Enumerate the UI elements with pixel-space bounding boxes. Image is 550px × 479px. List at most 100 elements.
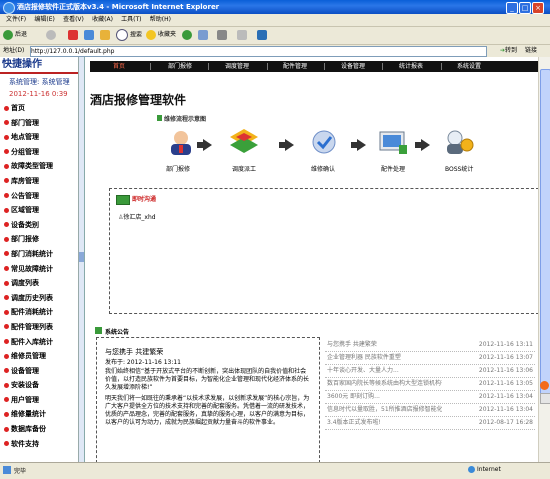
sidebar-item[interactable]: 维修量统计 [4, 407, 78, 422]
back-arrow-icon [3, 29, 13, 40]
sidebar-item[interactable]: 数据库备份 [4, 422, 78, 437]
collapse-arrow-icon[interactable] [79, 252, 84, 262]
sidebar-item[interactable]: 部门报修 [4, 232, 78, 247]
sidebar: 快捷操作 系统管理: 系统管理 2012-11-16 0:39 首页 部门管理 … [0, 57, 79, 462]
news-title[interactable]: 信息时代以量取胜，51所推酒店报修智能化... [327, 404, 442, 416]
sidebar-item[interactable]: 部门管理 [4, 116, 78, 131]
print-button[interactable] [217, 29, 229, 41]
announcement-date: 发布于: 2012-11-16 13:11 [105, 359, 181, 366]
nav-home[interactable]: 首页 [113, 61, 125, 72]
sidebar-item[interactable]: 配件消耗统计 [4, 305, 78, 320]
home-button[interactable] [100, 29, 112, 41]
bullet-icon [4, 280, 9, 286]
chat-user[interactable]: ♙徐汇店_xhd [118, 212, 156, 221]
stop-button[interactable] [68, 29, 80, 41]
news-item[interactable]: 数百家国内院长等候系统由构大型连锁机构有用见... 2012-11-16 13:0… [325, 378, 535, 391]
nav-settings[interactable]: 系统设置 [457, 61, 481, 72]
sidebar-item[interactable]: 地点管理 [4, 130, 78, 145]
back-button[interactable]: 后退 [3, 29, 27, 41]
news-item[interactable]: 与您携手 共建繁荣 2012-11-16 13:11 [325, 339, 535, 352]
menu-view[interactable]: 查看(V) [63, 14, 84, 26]
news-item[interactable]: 十年谈心开发、大量人力... 2012-11-16 13:06 [325, 365, 535, 378]
history-button[interactable] [182, 29, 194, 41]
nav-equipment[interactable]: 设备管理 [341, 61, 365, 72]
sidebar-item[interactable]: 设备管理 [4, 364, 78, 379]
flow-arrow-icon [421, 139, 430, 151]
favorites-button[interactable]: 收藏夹 [146, 29, 176, 41]
nav-reports[interactable]: 统计报表 [399, 61, 423, 72]
edit-button[interactable] [237, 29, 249, 41]
nav-dispatch[interactable]: 调度管理 [225, 61, 249, 72]
news-title[interactable]: 数百家国内院长等候系统由构大型连锁机构有用见... [327, 378, 442, 390]
address-input[interactable]: http://127.0.0.1/default.php [30, 46, 487, 57]
bullet-icon [4, 441, 9, 447]
news-title[interactable]: 3600元 即刻订购... [327, 391, 442, 403]
sidebar-item[interactable]: 部门消耗统计 [4, 247, 78, 262]
sidebar-item[interactable]: 区域管理 [4, 203, 78, 218]
sidebar-item[interactable]: 软件支持 [4, 437, 78, 452]
links-button[interactable]: 链接 [525, 46, 537, 56]
news-title[interactable]: 企业管理利器 民族软件重塑 [327, 352, 442, 364]
sidebar-item[interactable]: 安装设备 [4, 378, 78, 393]
sidebar-item[interactable]: 调度历史列表 [4, 291, 78, 306]
bullet-icon [4, 105, 9, 111]
nav-parts[interactable]: 配件管理 [283, 61, 307, 72]
news-item[interactable]: 信息时代以量取胜，51所推酒店报修智能化... 2012-11-16 13:04 [325, 404, 535, 417]
menu-file[interactable]: 文件(F) [6, 14, 26, 26]
sidebar-item[interactable]: 分组管理 [4, 145, 78, 160]
news-date: 2012-11-16 13:11 [478, 341, 533, 348]
sidebar-item[interactable]: 故障类型管理 [4, 159, 78, 174]
forward-arrow-icon [46, 29, 56, 40]
sidebar-item[interactable]: 库房管理 [4, 174, 78, 189]
announcement-body: 我们始终相信“基于开放式平台的不断创新，突出体现团队的自我价值和社会价值，以打造… [105, 368, 310, 391]
history-icon [182, 29, 192, 40]
refresh-button[interactable] [84, 29, 96, 41]
news-title[interactable]: 与您携手 共建繁荣 [327, 339, 442, 351]
extension-icon[interactable] [540, 381, 549, 390]
flow-title-icon [157, 115, 162, 121]
forward-button[interactable] [46, 29, 58, 41]
close-button[interactable]: × [532, 2, 544, 14]
go-button[interactable]: ➔转到 [500, 46, 517, 56]
sidebar-item[interactable]: 维修员管理 [4, 349, 78, 364]
instant-chat-panel: 即时沟通 ♙徐汇店_xhd [109, 188, 538, 314]
nav-dept-repair[interactable]: 部门报修 [168, 61, 192, 72]
news-item[interactable]: 企业管理利器 民族软件重塑 2012-11-16 13:07 [325, 352, 535, 365]
mail-button[interactable] [198, 29, 210, 41]
announcement-header: 系统公告 [95, 327, 129, 336]
parts-processing-icon [379, 131, 407, 154]
news-date: 2012-08-17 16:28 [478, 419, 533, 426]
dispatch-icon [230, 129, 258, 153]
sidebar-item[interactable]: 公告管理 [4, 189, 78, 204]
messenger-icon [257, 29, 267, 40]
sidebar-item[interactable]: 常见故障统计 [4, 262, 78, 277]
bullet-icon [4, 411, 9, 417]
chat-badge-icon [116, 195, 130, 205]
main-frame: 首页 部门报修 调度管理 配件管理 设备管理 统计报表 系统设置 酒店报修管理软… [85, 57, 538, 462]
news-title[interactable]: 3.4版本正式发布啦! [327, 417, 442, 429]
scrollbar-thumb[interactable] [540, 69, 550, 396]
sidebar-item[interactable]: 调度列表 [4, 276, 78, 291]
menu-help[interactable]: 帮助(H) [150, 14, 171, 26]
sidebar-item[interactable]: 配件管理列表 [4, 320, 78, 335]
sidebar-item[interactable]: 首页 [4, 101, 78, 116]
news-title[interactable]: 十年谈心开发、大量人力... [327, 365, 442, 377]
menu-bar: 文件(F) 编辑(E) 查看(V) 收藏(A) 工具(T) 帮助(H) [0, 14, 550, 27]
menu-favorites[interactable]: 收藏(A) [92, 14, 113, 26]
extension-box-icon[interactable] [540, 393, 550, 404]
menu-edit[interactable]: 编辑(E) [34, 14, 54, 26]
refresh-icon [84, 29, 94, 40]
news-item[interactable]: 3600元 即刻订购... 2012-11-16 13:04 [325, 391, 535, 404]
minimize-button[interactable]: _ [506, 2, 518, 14]
maximize-button[interactable]: □ [519, 2, 531, 14]
menu-tools[interactable]: 工具(T) [121, 14, 141, 26]
bullet-icon [4, 163, 9, 169]
sidebar-item[interactable]: 配件入库统计 [4, 335, 78, 350]
bullet-icon [4, 368, 9, 374]
sidebar-item[interactable]: 设备类别 [4, 218, 78, 233]
sidebar-item[interactable]: 用户管理 [4, 393, 78, 408]
flow-step-label: 部门报修 [166, 166, 191, 173]
news-item[interactable]: 3.4版本正式发布啦! 2012-08-17 16:28 [325, 417, 535, 430]
messenger-button[interactable] [257, 29, 269, 41]
search-button[interactable]: 搜索 [116, 29, 142, 41]
